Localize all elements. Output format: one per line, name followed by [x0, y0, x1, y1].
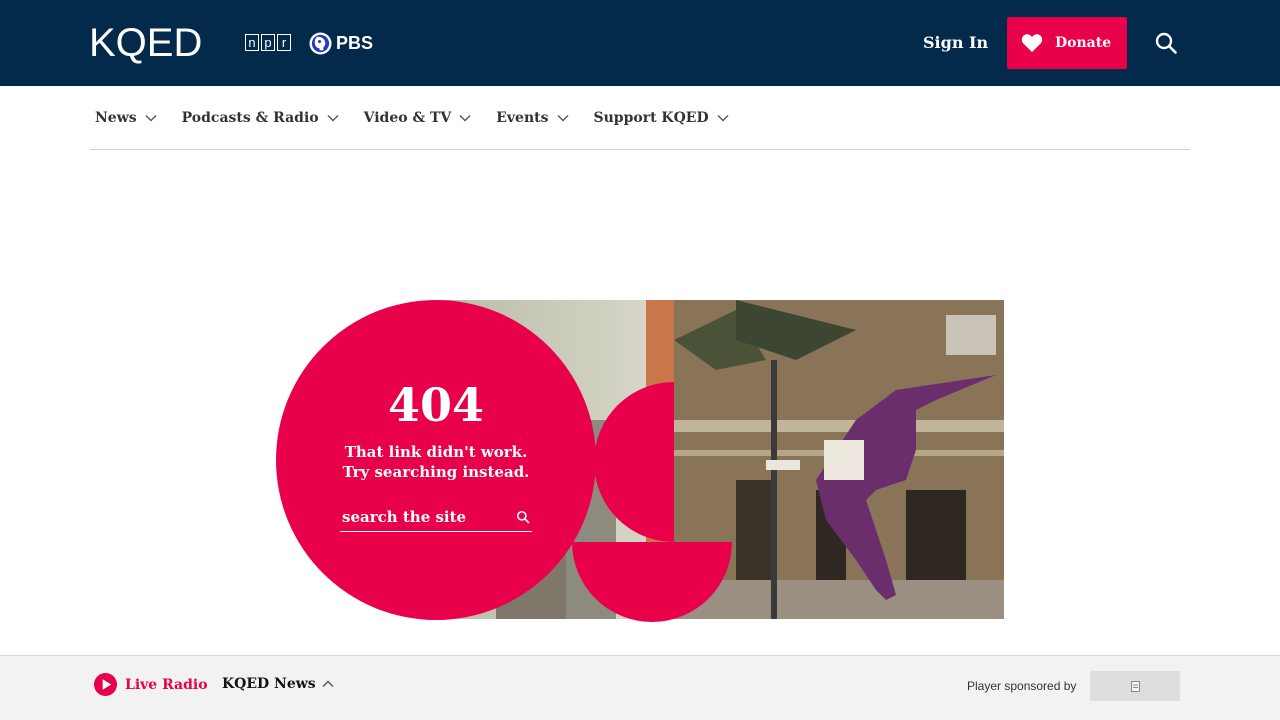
npr-logo[interactable]: n p r — [245, 34, 291, 51]
npr-letter-r: r — [277, 34, 291, 51]
nav-item-podcasts-radio[interactable]: Podcasts & Radio — [182, 110, 339, 126]
radio-player-bar: Live Radio KQED News Player sponsored by — [0, 655, 1280, 720]
npr-letter-n: n — [245, 34, 259, 51]
search-icon[interactable] — [516, 510, 530, 524]
search-placeholder: search the site — [342, 508, 467, 526]
play-icon — [94, 673, 117, 696]
nav-item-label: Video & TV — [363, 109, 452, 126]
error-hero: 404 That link didn't work. Try searching… — [276, 300, 1004, 622]
heart-icon — [1021, 34, 1043, 53]
station-selector[interactable]: KQED News — [222, 676, 334, 692]
nav-item-label: Podcasts & Radio — [181, 109, 319, 126]
nav-item-news[interactable]: News — [95, 110, 157, 126]
nav-item-events[interactable]: Events — [496, 110, 568, 126]
donate-label: Donate — [1055, 35, 1112, 51]
pbs-logo[interactable]: PBS — [309, 31, 373, 55]
chevron-down-icon — [717, 114, 729, 121]
error-message-line-1: That link didn't work. — [344, 443, 528, 461]
sign-in-link[interactable]: Sign In — [923, 33, 988, 52]
chevron-up-icon — [322, 680, 334, 687]
sponsor-image[interactable] — [1090, 671, 1180, 701]
main-nav: News Podcasts & Radio Video & TV Events … — [90, 86, 1190, 150]
nav-item-label: Support KQED — [593, 109, 709, 126]
chevron-down-icon — [145, 114, 157, 121]
search-icon[interactable] — [1154, 31, 1178, 55]
nav-item-label: News — [95, 109, 137, 126]
live-radio-label: Live Radio — [125, 676, 208, 693]
error-code: 404 — [387, 378, 485, 432]
chevron-down-icon — [459, 114, 471, 121]
broken-image-icon — [1130, 680, 1140, 692]
nav-item-support-kqed[interactable]: Support KQED — [594, 110, 729, 126]
site-search-input[interactable]: search the site — [340, 503, 532, 532]
pbs-head-icon — [309, 31, 332, 55]
live-radio-button[interactable]: Live Radio — [94, 673, 208, 696]
error-message-line-2: Try searching instead. — [342, 463, 530, 481]
error-message: That link didn't work. Try searching ins… — [276, 442, 596, 482]
nav-item-label: Events — [496, 109, 549, 126]
chevron-down-icon — [557, 114, 568, 121]
donate-button[interactable]: Donate — [1007, 17, 1127, 69]
site-header: KQED n p r PBS Sign In Donate — [0, 0, 1280, 86]
pbs-label: PBS — [336, 32, 374, 53]
chevron-down-icon — [327, 114, 339, 121]
station-label: KQED News — [222, 676, 316, 692]
npr-letter-p: p — [261, 34, 275, 51]
kqed-logo[interactable]: KQED — [89, 22, 202, 64]
nav-item-video-tv[interactable]: Video & TV — [364, 110, 472, 126]
sponsor-label: Player sponsored by — [967, 679, 1077, 693]
error-circle: 404 That link didn't work. Try searching… — [276, 300, 596, 620]
